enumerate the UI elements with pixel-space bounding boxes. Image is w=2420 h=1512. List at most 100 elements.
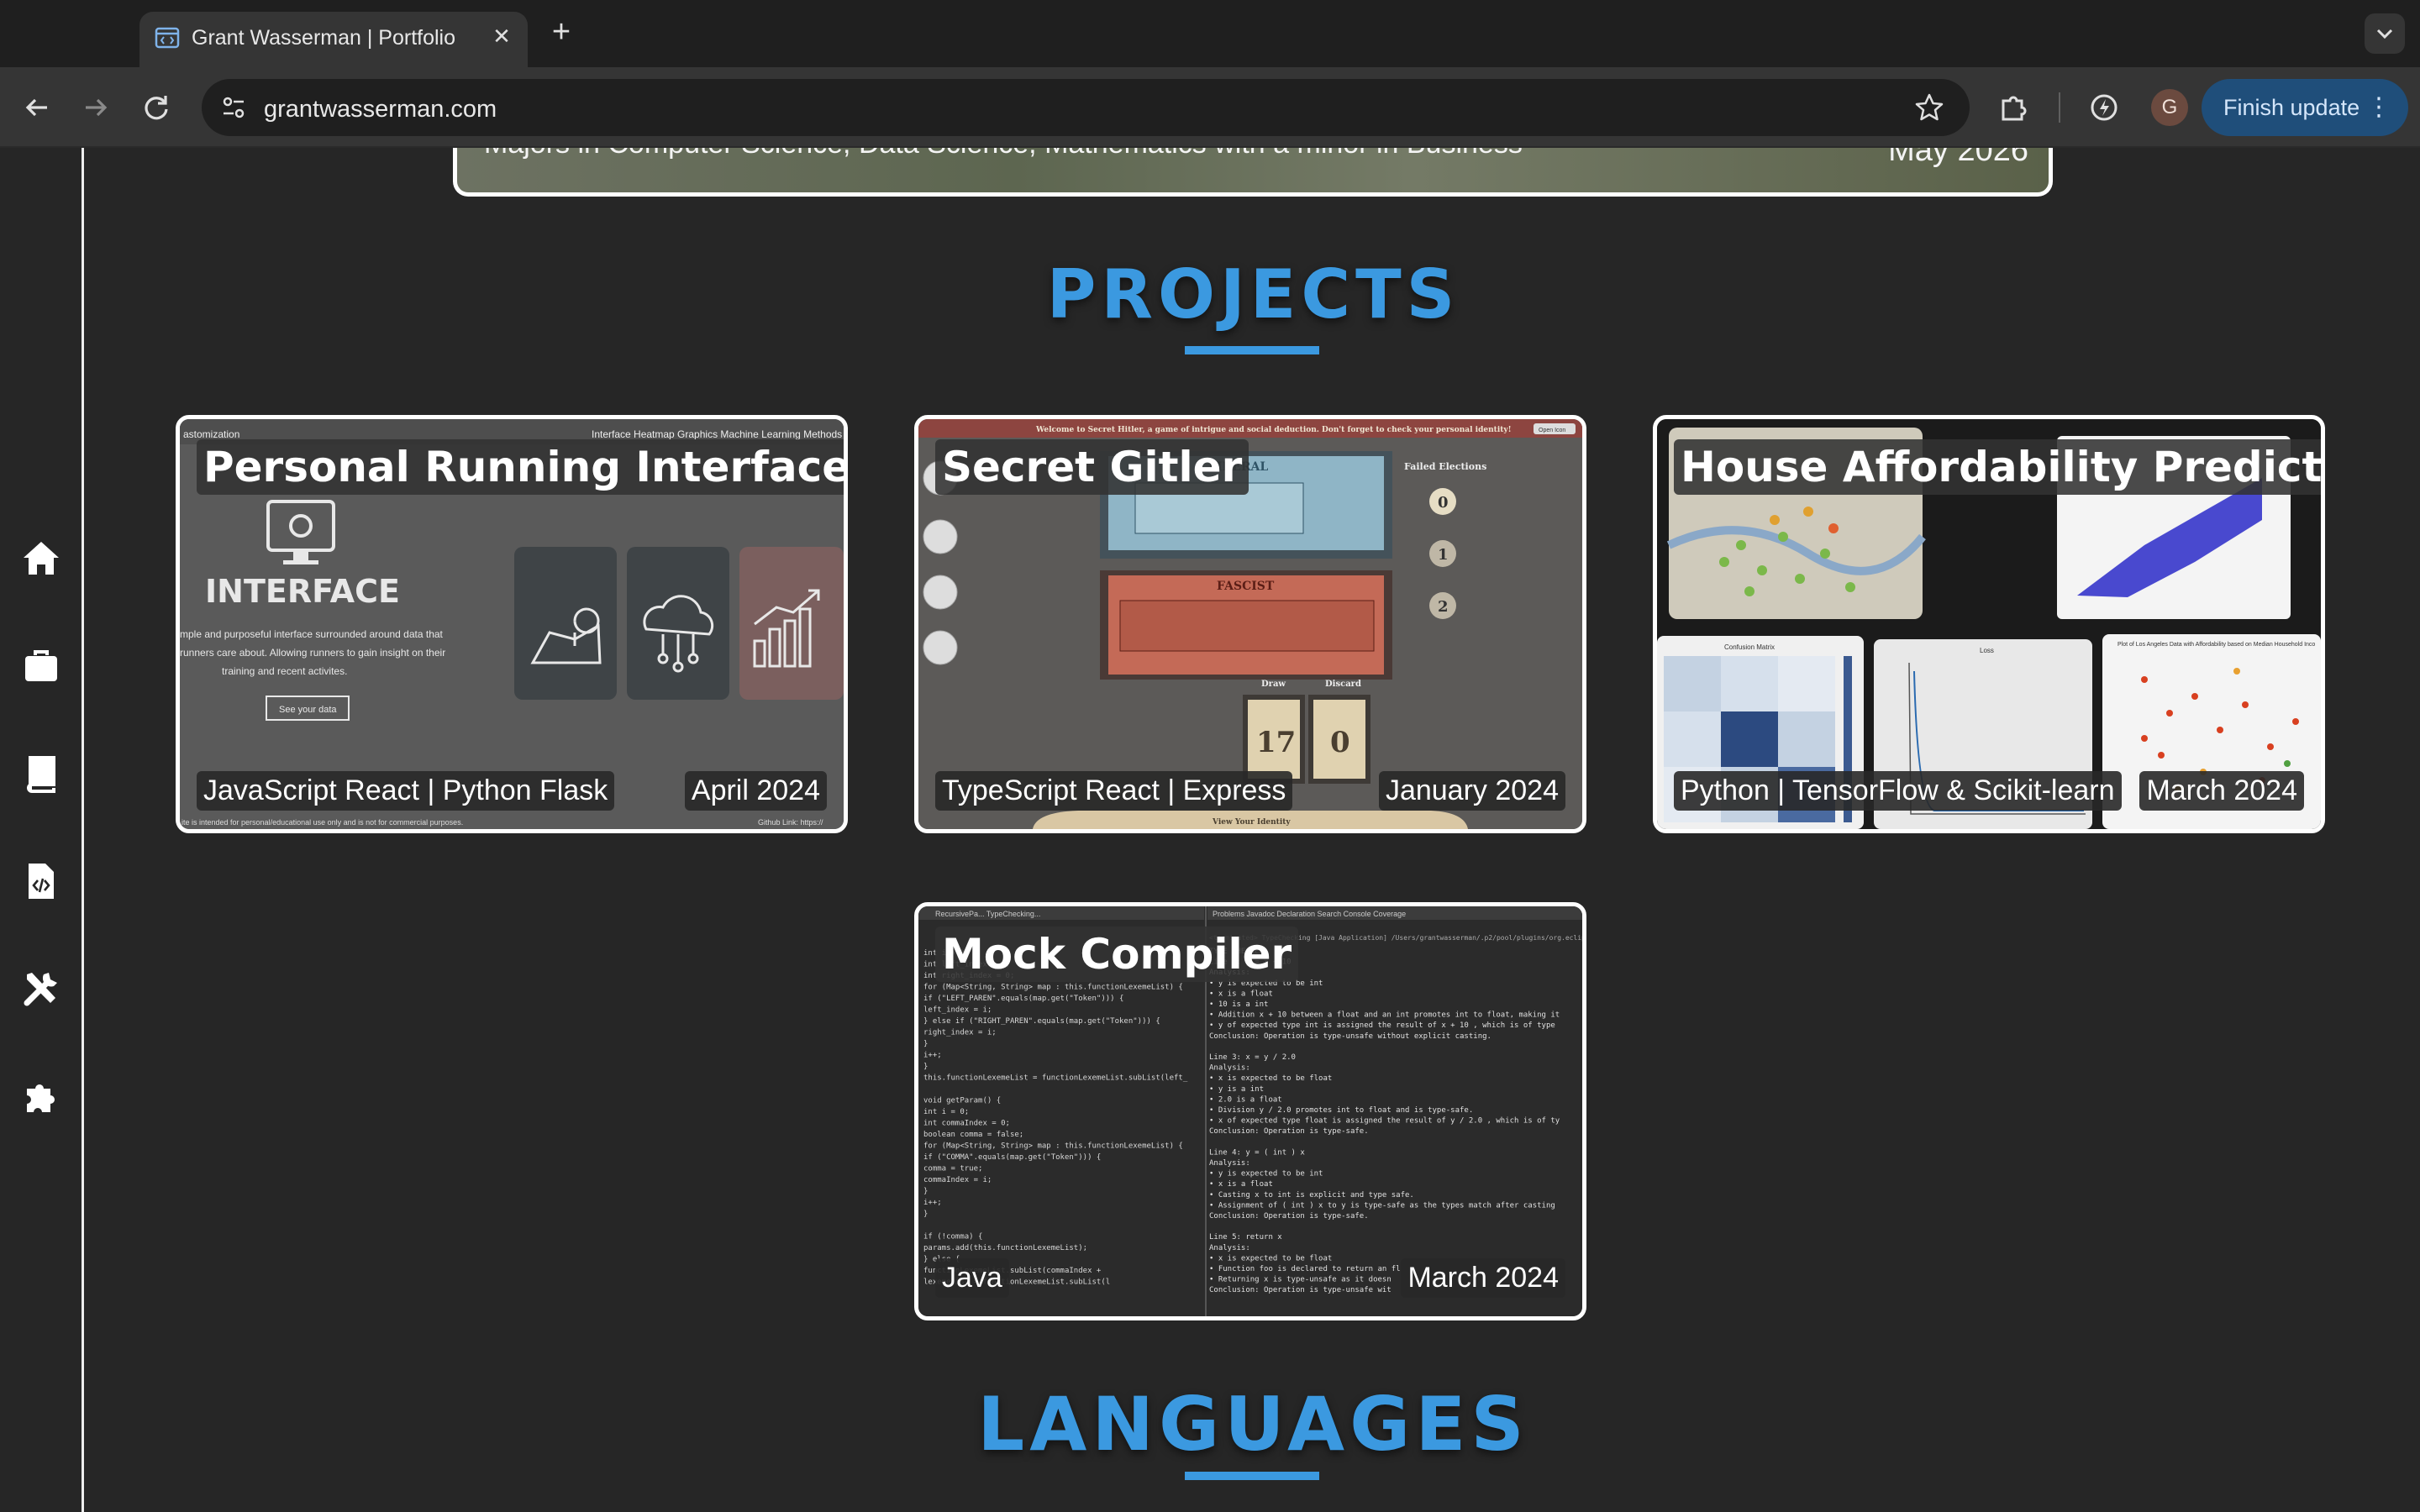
- code-line: } else if ("RIGHT_PAREN".equals(map.get(…: [923, 1017, 1160, 1026]
- url-text: grantwasserman.com: [264, 96, 497, 123]
- console-line: • x is expected to be float: [1209, 1074, 1332, 1083]
- site-info-icon[interactable]: [217, 91, 250, 124]
- sidebar-item-extras[interactable]: [20, 1075, 62, 1117]
- code-line: }: [923, 1188, 928, 1196]
- thumb-hero-text-1: mple and purposeful interface surrounded…: [180, 628, 444, 640]
- console-line: Line 5: return x: [1209, 1233, 1282, 1242]
- thumb-hero-button: See your data: [279, 705, 337, 715]
- project-date: April 2024: [684, 771, 827, 811]
- thumb-confusion-title: Confusion Matrix: [1724, 643, 1775, 651]
- code-line: boolean comma = false;: [923, 1131, 1023, 1139]
- profile-avatar[interactable]: G: [2151, 89, 2188, 126]
- thumb-discard-count: 0: [1330, 726, 1350, 759]
- tab-search-button[interactable]: [2365, 13, 2405, 54]
- code-line: if (!comma) {: [923, 1233, 982, 1242]
- main-content: Majors in Computer Science, Data Science…: [87, 148, 2420, 1512]
- console-line: • y of expected type int is assigned the…: [1209, 1021, 1555, 1030]
- project-date: January 2024: [1378, 771, 1565, 811]
- toolbar-separator: [2059, 92, 2060, 123]
- thumb-editor-tabs: RecursivePa... TypeChecking...: [935, 910, 1040, 918]
- console-line: Analysis:: [1209, 1159, 1250, 1168]
- code-line: int i = 0;: [923, 1108, 969, 1116]
- close-tab-icon[interactable]: ✕: [487, 22, 516, 50]
- console-line: • Assignment of ( int ) x to y is type-s…: [1209, 1201, 1555, 1210]
- code-line: for (Map<String, String> map : this.func…: [923, 1142, 1183, 1151]
- code-window-favicon-icon: [155, 27, 180, 49]
- code-line: i++;: [923, 1052, 942, 1060]
- project-title: Secret Gitler: [935, 439, 1249, 495]
- sidebar-item-experience[interactable]: [20, 645, 62, 687]
- more-menu-icon[interactable]: ⋮: [2366, 79, 2391, 136]
- browser-window: Grant Wasserman | Portfolio ✕ + grantwas…: [0, 0, 2420, 1512]
- tab-strip: Grant Wasserman | Portfolio ✕ +: [0, 0, 2420, 67]
- back-icon[interactable]: [18, 89, 55, 126]
- languages-heading: LANGUAGES: [977, 1381, 1529, 1467]
- thumb-footer-left: ite is intended for personal/educational…: [182, 818, 463, 827]
- code-line: params.add(this.functionLexemeList);: [923, 1244, 1087, 1252]
- extensions-icon[interactable]: [1995, 89, 2032, 126]
- code-line: i++;: [923, 1199, 942, 1207]
- bookmark-star-icon[interactable]: [1914, 92, 1944, 123]
- sidebar-item-home[interactable]: [20, 538, 62, 580]
- education-date: May 2026: [1888, 148, 2028, 168]
- console-line: Analysis:: [1209, 1244, 1250, 1252]
- code-line: if ("LEFT_PAREN".equals(map.get("Token")…: [923, 995, 1123, 1003]
- code-line: }: [923, 1040, 928, 1048]
- forward-icon[interactable]: [77, 89, 114, 126]
- thumb-footer-right: Github Link: https://: [758, 818, 823, 827]
- code-line: commaIndex = i;: [923, 1176, 992, 1184]
- tools-icon: [24, 973, 57, 1006]
- console-line: • Returning x is type-unsafe as it doesn: [1209, 1276, 1392, 1284]
- puzzle-icon: [27, 1084, 55, 1112]
- svg-text:1: 1: [1438, 546, 1449, 564]
- projects-heading: PROJECTS: [1046, 255, 1460, 333]
- sidebar-item-education[interactable]: [20, 753, 62, 795]
- console-line: • y is a int: [1209, 1085, 1264, 1094]
- thumb-view-identity: View Your Identity: [1212, 818, 1291, 827]
- browser-toolbar: grantwasserman.com: [0, 67, 2420, 148]
- console-line: Conclusion: Operation is type-unsafe wit: [1209, 1286, 1392, 1294]
- browser-tab[interactable]: Grant Wasserman | Portfolio ✕: [139, 12, 528, 67]
- console-line: • y is expected to be int: [1209, 1170, 1323, 1179]
- thumb-draw-label: Draw: [1261, 680, 1286, 689]
- address-bar[interactable]: grantwasserman.com: [202, 79, 1970, 136]
- thumb-fascist-label: FASCIST: [1217, 580, 1275, 593]
- console-line: • x is a float: [1209, 990, 1273, 998]
- thumb-scatter-title: Plot of Los Angeles Data with Affordabil…: [2118, 642, 2315, 648]
- thumb-hero-text-2: runners care about. Allowing runners to …: [180, 647, 445, 659]
- console-line: • x of expected type float is assigned t…: [1209, 1117, 1560, 1126]
- console-line: • 10 is a int: [1209, 1000, 1268, 1009]
- book-icon: [27, 756, 55, 793]
- console-line: Conclusion: Operation is type-unsafe wit…: [1209, 1032, 1491, 1041]
- console-line: • x is a float: [1209, 1180, 1273, 1189]
- sidebar-item-skills[interactable]: [20, 968, 62, 1010]
- finish-update-label: Finish update: [2223, 95, 2360, 120]
- thumb-console-tabs: Problems Javadoc Declaration Search Cons…: [1213, 910, 1406, 918]
- new-tab-button[interactable]: +: [543, 15, 580, 52]
- code-line: }: [923, 1210, 928, 1219]
- svg-text:2: 2: [1438, 598, 1449, 616]
- performance-icon[interactable]: [2086, 89, 2123, 126]
- project-title: House Affordability Predictor: [1674, 439, 2321, 495]
- project-card-house-affordability[interactable]: Confusion Matrix Loss Plot of Los Angele…: [1653, 415, 2325, 833]
- finish-update-button[interactable]: Finish update ⋮: [2202, 79, 2408, 136]
- project-card-running-interface[interactable]: astomization Interface Heatmap Graphics …: [176, 415, 848, 833]
- reload-icon[interactable]: [138, 89, 175, 126]
- console-line: • Casting x to int is explicit and type …: [1209, 1191, 1414, 1200]
- console-line: Conclusion: Operation is type-safe.: [1209, 1127, 1369, 1136]
- home-icon: [24, 542, 59, 575]
- sidebar-item-projects[interactable]: [20, 860, 62, 902]
- briefcase-icon: [25, 650, 57, 681]
- election-counters: 0 1 2: [1429, 488, 1456, 619]
- project-date: March 2024: [2139, 771, 2304, 811]
- console-line: Conclusion: Operation is type-safe.: [1209, 1212, 1369, 1221]
- console-line: • Function foo is declared to return an …: [1209, 1265, 1401, 1273]
- project-card-mock-compiler[interactable]: RecursivePa... TypeChecking... Problems …: [914, 902, 1586, 1320]
- project-tech-stack: JavaScript React | Python Flask: [197, 771, 615, 811]
- console-line: Line 4: y = ( int ) x: [1209, 1148, 1305, 1157]
- project-title: Mock Compiler: [935, 927, 1299, 982]
- project-card-secret-gitler[interactable]: Welcome to Secret Hitler, a game of intr…: [914, 415, 1586, 833]
- thumb-banner: Welcome to Secret Hitler, a game of intr…: [1035, 426, 1512, 434]
- console-line: • 2.0 is a float: [1209, 1095, 1282, 1104]
- project-date: March 2024: [1401, 1258, 1565, 1298]
